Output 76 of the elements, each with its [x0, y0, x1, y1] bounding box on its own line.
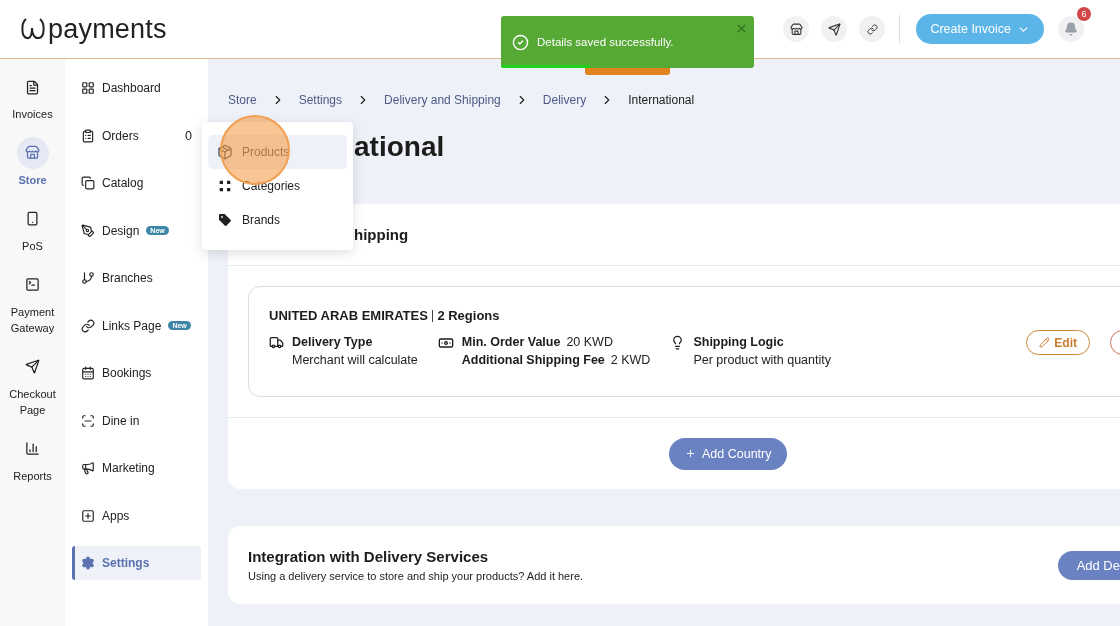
- package-icon: [217, 144, 233, 160]
- page-title: ational: [354, 130, 446, 164]
- add-delivery-button[interactable]: Add De: [1057, 550, 1120, 580]
- sidebar-item[interactable]: Branches: [72, 261, 201, 295]
- detail-value: Merchant will calculate: [292, 353, 418, 367]
- detail-value: Per product with quantity: [693, 353, 831, 367]
- sidebar-item[interactable]: Apps: [72, 498, 201, 533]
- card-description: Using a delivery service to store and ship your products? Add it here.: [248, 570, 584, 582]
- detail-value: 20 KWD: [566, 335, 613, 349]
- menu-item[interactable]: Categories: [208, 169, 347, 203]
- store-icon: [25, 145, 40, 161]
- pencil-icon: [1039, 337, 1051, 348]
- plus-square-icon: [81, 508, 95, 523]
- sidebar-item[interactable]: Bookings: [72, 356, 201, 390]
- logo-text: payments: [48, 15, 167, 43]
- card-title: Integration with Delivery Services: [248, 548, 490, 565]
- detail-label: Additional Shipping Fee: [461, 353, 605, 367]
- breadcrumb-link[interactable]: Delivery and Shipping: [384, 93, 501, 107]
- country-name: UNITED ARAB EMIRATES: [269, 308, 428, 323]
- link-icon: [81, 318, 95, 333]
- megaphone-icon: [81, 461, 95, 475]
- send-icon: [827, 22, 841, 36]
- detail-label: Delivery Type: [292, 335, 374, 349]
- rail-item[interactable]: Invoices: [2, 71, 63, 123]
- branch-icon: [81, 271, 95, 285]
- region-count: 2 Regions: [437, 308, 500, 323]
- sidebar-item[interactable]: Dashboard: [72, 71, 201, 105]
- order-count: 0: [185, 128, 192, 143]
- breadcrumb-link[interactable]: Delivery: [542, 93, 587, 107]
- store-icon: [789, 22, 803, 36]
- cards-icon: [81, 176, 95, 190]
- menu-item[interactable]: Brands: [208, 203, 347, 237]
- rail-item[interactable]: Store: [2, 136, 63, 189]
- breadcrumb-link[interactable]: International: [628, 93, 695, 107]
- sidebar-item[interactable]: Catalog: [72, 166, 201, 200]
- card-title: hipping: [354, 226, 409, 243]
- detail-label: Min. Order Value: [461, 335, 561, 349]
- add-country-button[interactable]: Add Country: [669, 437, 788, 470]
- phone-icon: [25, 211, 40, 227]
- link-icon: [866, 23, 878, 35]
- link-button[interactable]: [859, 16, 886, 42]
- rail-item[interactable]: Checkout Page: [2, 350, 63, 419]
- chart-icon: [25, 441, 40, 457]
- document-icon: [25, 79, 40, 95]
- notifications-button[interactable]: [1058, 16, 1084, 42]
- truck-icon: [269, 335, 284, 350]
- breadcrumb-link[interactable]: Store: [228, 93, 257, 107]
- detail-value: 2 KWD: [610, 353, 651, 367]
- cash-icon: [437, 335, 454, 351]
- tag-icon: [217, 212, 233, 228]
- detail-label: Shipping Logic: [693, 335, 785, 349]
- send-button[interactable]: [821, 16, 848, 42]
- sidebar-item[interactable]: Orders 0: [72, 118, 201, 153]
- calendar-icon: [81, 366, 95, 380]
- bell-icon: [1064, 22, 1078, 36]
- clipboard-icon: [81, 128, 95, 143]
- terminal-icon: [25, 277, 40, 293]
- grid-icon: [217, 178, 233, 194]
- sidebar-item[interactable]: Dine in: [72, 403, 201, 438]
- check-circle-icon: [512, 33, 529, 51]
- sidebar-item[interactable]: Settings: [72, 546, 201, 580]
- toast-message: Details saved successfully.: [537, 36, 674, 48]
- rail-item[interactable]: PoS: [2, 202, 63, 255]
- sidebar-item[interactable]: Marketing: [72, 451, 201, 485]
- breadcrumb-link[interactable]: Settings: [298, 93, 343, 107]
- grid-icon: [81, 81, 95, 95]
- logo-icon: [20, 17, 46, 41]
- scan-icon: [81, 413, 95, 428]
- pen-icon: [81, 223, 95, 238]
- send-icon: [25, 359, 40, 375]
- rail-item[interactable]: Payment Gateway: [2, 268, 63, 337]
- store-button[interactable]: [783, 16, 810, 42]
- settings-icon: [81, 556, 95, 570]
- rail-item[interactable]: Reports: [2, 432, 63, 485]
- plus-icon: [685, 448, 696, 459]
- notification-count: 6: [1077, 7, 1091, 21]
